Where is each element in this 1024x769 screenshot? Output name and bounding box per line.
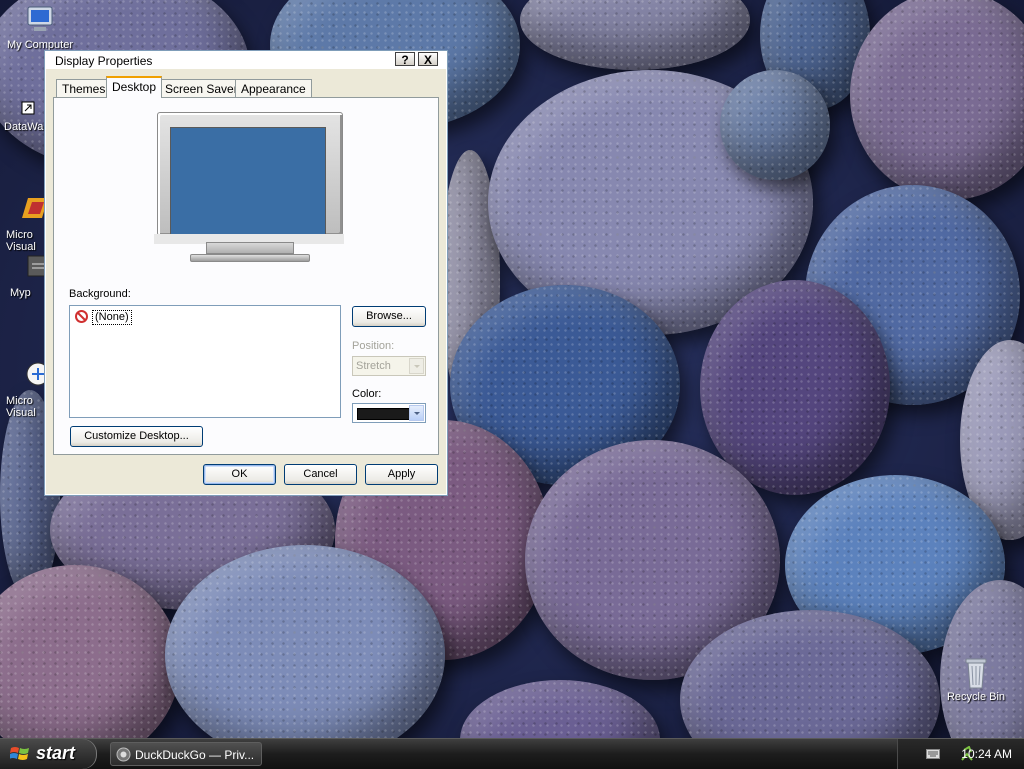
monitor-screen: [170, 127, 326, 243]
desktop-icon-label: Recycle Bin: [946, 691, 1006, 703]
window-title: Display Properties: [55, 54, 153, 68]
system-tray: 10:24 AM: [897, 739, 1024, 769]
tab-themes[interactable]: Themes: [56, 79, 112, 97]
desktop-icon-recycle-bin[interactable]: Recycle Bin: [936, 656, 1016, 703]
start-button[interactable]: start: [0, 739, 97, 769]
color-swatch: [357, 408, 411, 420]
color-picker-button[interactable]: [352, 403, 426, 423]
background-label: Background:: [69, 288, 131, 300]
apply-button[interactable]: Apply: [365, 464, 438, 485]
tab-appearance[interactable]: Appearance: [235, 79, 312, 97]
ok-button[interactable]: OK: [203, 464, 276, 485]
desktop-icon-visual-studio-2[interactable]: Micro Visual: [6, 336, 50, 431]
taskbar-window-button[interactable]: DuckDuckGo — Priv...: [110, 742, 262, 766]
monitor-base: [190, 254, 310, 262]
keyboard-icon[interactable]: [926, 749, 940, 759]
windows-logo-icon: [9, 745, 30, 763]
help-button[interactable]: ?: [395, 52, 415, 67]
taskbar-window-label: DuckDuckGo — Priv...: [135, 748, 255, 762]
list-item-label: (None): [92, 310, 132, 325]
position-value: Stretch: [356, 360, 391, 372]
start-label: start: [36, 743, 76, 763]
display-properties-dialog: Display Properties ? X Themes Desktop Sc…: [44, 50, 448, 496]
desktop-icon-visual-studio-1[interactable]: Micro Visual: [6, 170, 48, 265]
color-label: Color:: [352, 388, 382, 400]
monitor-frame: [157, 112, 343, 243]
browse-button[interactable]: Browse...: [352, 306, 426, 327]
tab-screen-saver[interactable]: Screen Saver: [159, 79, 244, 97]
taskbar: start DuckDuckGo — Priv... 10:24 AM: [0, 738, 1024, 769]
tab-desktop[interactable]: Desktop: [106, 76, 163, 98]
monitor-neck: [206, 242, 294, 254]
computer-icon: [24, 4, 56, 36]
no-symbol-icon: [75, 310, 88, 323]
background-list[interactable]: (None): [69, 305, 341, 418]
desktop-icon-my-computer[interactable]: My Computer: [0, 4, 80, 51]
desktop-tab-panel: Background: (None) Browse... Position: S…: [53, 97, 439, 455]
title-bar[interactable]: Display Properties ? X: [45, 51, 447, 69]
clock[interactable]: 10:24 AM: [961, 747, 1012, 761]
desktop-icon-label: Micro Visual: [6, 395, 36, 419]
shortcut-icon: [14, 100, 38, 118]
chevron-down-icon: [409, 405, 424, 421]
chevron-down-icon: [409, 358, 424, 374]
position-label: Position:: [352, 340, 395, 352]
close-button[interactable]: X: [418, 52, 438, 67]
position-select[interactable]: Stretch: [352, 356, 426, 376]
desktop-icon-label: Micro Visual: [6, 229, 36, 253]
customize-desktop-button[interactable]: Customize Desktop...: [70, 426, 203, 447]
browser-icon: [116, 747, 131, 762]
recycle-bin-icon: [960, 656, 992, 689]
cancel-button[interactable]: Cancel: [284, 464, 357, 485]
